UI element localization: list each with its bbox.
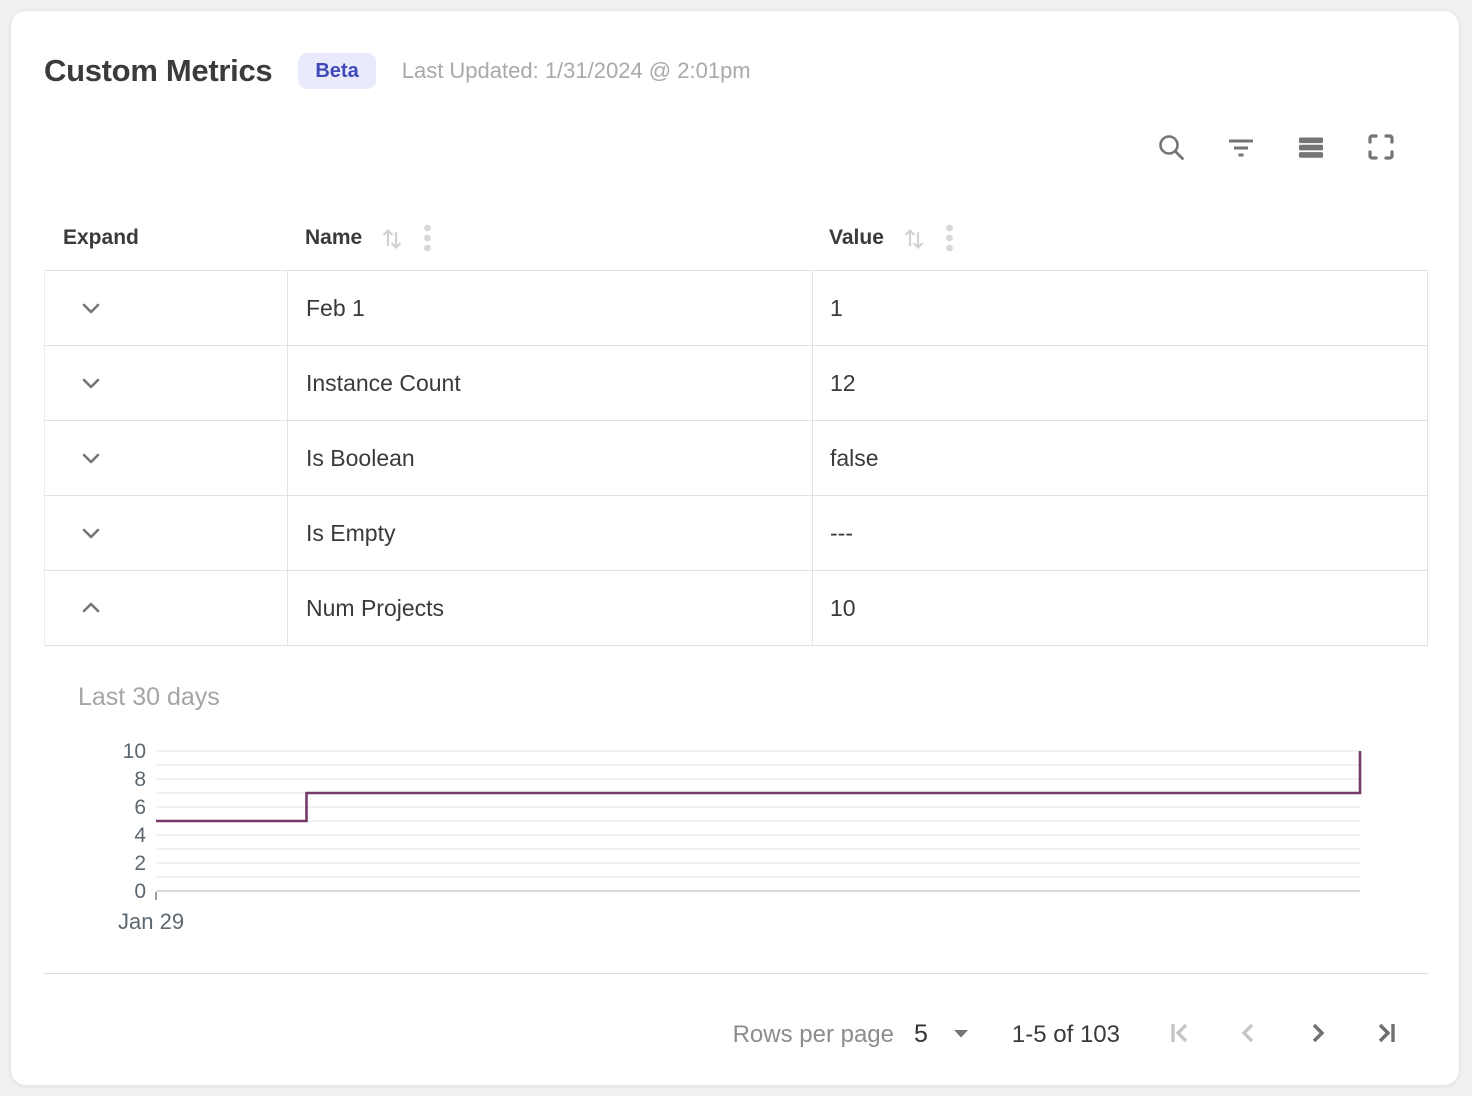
column-header-name[interactable]: Name xyxy=(287,223,812,253)
density-button[interactable] xyxy=(1295,132,1327,164)
last-updated-text: Last Updated: 1/31/2024 @ 2:01pm xyxy=(402,58,751,84)
svg-text:2: 2 xyxy=(134,852,146,875)
table-footer: Rows per page 5 1-5 of 103 xyxy=(44,973,1428,1085)
chart-title: Last 30 days xyxy=(78,683,220,712)
cell-value: --- xyxy=(812,496,1427,570)
header: Custom Metrics Beta Last Updated: 1/31/2… xyxy=(44,47,751,95)
svg-text:4: 4 xyxy=(134,824,146,847)
sort-icon[interactable] xyxy=(377,223,407,253)
column-menu-icon[interactable] xyxy=(945,223,954,253)
cell-value: false xyxy=(812,421,1427,495)
expand-row-button[interactable] xyxy=(76,443,106,473)
previous-page-button[interactable] xyxy=(1234,1020,1264,1050)
table-row: Is Boolean false xyxy=(45,420,1427,495)
fullscreen-icon xyxy=(1365,131,1397,166)
density-icon xyxy=(1295,131,1327,166)
search-icon xyxy=(1155,131,1187,166)
rows-per-page-select[interactable]: 5 xyxy=(914,1020,970,1049)
last-page-button[interactable] xyxy=(1370,1020,1400,1050)
cell-name: Feb 1 xyxy=(287,271,812,345)
metric-history-chart: 0 2 4 6 8 10 Jan 29 xyxy=(44,740,1374,945)
table-row: Num Projects 10 xyxy=(45,570,1427,645)
table-body: Feb 1 1 Instance Count 12 Is Boole xyxy=(44,270,1428,646)
rows-per-page-value: 5 xyxy=(914,1020,928,1049)
table-header-row: Expand Name xyxy=(44,206,1428,270)
svg-text:0: 0 xyxy=(134,880,146,903)
collapse-row-button[interactable] xyxy=(76,593,106,623)
search-button[interactable] xyxy=(1155,132,1187,164)
table-toolbar xyxy=(1155,132,1397,164)
svg-text:8: 8 xyxy=(134,768,146,791)
metrics-table: Expand Name xyxy=(44,206,1428,646)
sort-icon[interactable] xyxy=(899,223,929,253)
svg-text:6: 6 xyxy=(134,796,146,819)
cell-name: Is Boolean xyxy=(287,421,812,495)
svg-text:Jan 29: Jan 29 xyxy=(118,909,184,934)
svg-text:10: 10 xyxy=(123,740,146,763)
column-menu-icon[interactable] xyxy=(423,223,432,253)
table-row: Is Empty --- xyxy=(45,495,1427,570)
pagination-range-label: 1-5 of 103 xyxy=(1012,1021,1120,1049)
filter-button[interactable] xyxy=(1225,132,1257,164)
next-page-icon xyxy=(1302,1018,1332,1051)
cell-name: Num Projects xyxy=(287,571,812,645)
previous-page-icon xyxy=(1234,1018,1264,1051)
first-page-icon xyxy=(1166,1018,1196,1051)
cell-value: 12 xyxy=(812,346,1427,420)
first-page-button[interactable] xyxy=(1166,1020,1196,1050)
cell-value: 1 xyxy=(812,271,1427,345)
expand-row-button[interactable] xyxy=(76,293,106,323)
cell-value: 10 xyxy=(812,571,1427,645)
pagination-controls xyxy=(1166,1020,1400,1050)
rows-per-page-label: Rows per page xyxy=(733,1021,894,1049)
filter-icon xyxy=(1225,131,1257,166)
cell-name: Instance Count xyxy=(287,346,812,420)
fullscreen-button[interactable] xyxy=(1365,132,1397,164)
table-row: Feb 1 1 xyxy=(45,270,1427,345)
custom-metrics-card: Custom Metrics Beta Last Updated: 1/31/2… xyxy=(10,10,1460,1086)
expand-row-button[interactable] xyxy=(76,518,106,548)
column-header-value[interactable]: Value xyxy=(812,223,1428,253)
expand-row-button[interactable] xyxy=(76,368,106,398)
chevron-down-icon xyxy=(952,1027,970,1042)
last-page-icon xyxy=(1370,1018,1400,1051)
table-row: Instance Count 12 xyxy=(45,345,1427,420)
column-header-expand: Expand xyxy=(44,226,287,250)
next-page-button[interactable] xyxy=(1302,1020,1332,1050)
beta-badge: Beta xyxy=(298,53,375,89)
page-title: Custom Metrics xyxy=(44,53,272,89)
cell-name: Is Empty xyxy=(287,496,812,570)
